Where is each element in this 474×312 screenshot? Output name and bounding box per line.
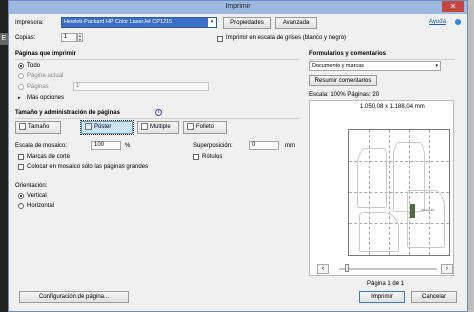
pattern-outline xyxy=(359,212,399,252)
multiple-mode-label: Múltiple xyxy=(150,124,171,130)
booklet-mode-label: Folleto xyxy=(196,124,215,130)
page-indicator: Página 1 de 1 xyxy=(367,281,405,287)
chevron-down-icon: ▾ xyxy=(208,18,216,27)
large-only-checkbox[interactable] xyxy=(18,164,24,170)
help-icon[interactable] xyxy=(455,19,461,25)
title-bar: Imprimir ✕ xyxy=(9,1,467,14)
talla-text: TALLA 44 xyxy=(421,208,434,212)
size-icon xyxy=(19,122,26,130)
sizing-separator xyxy=(15,118,299,119)
help-link[interactable]: Ayuda xyxy=(429,19,446,25)
booklet-mode-button[interactable]: Folleto xyxy=(183,121,227,134)
preview-page: TALLA 44 xyxy=(348,129,450,256)
chevron-left-icon: ‹ xyxy=(322,266,324,272)
printer-select-value: Hewlett-Packard HP Color LaserJet CP1215 xyxy=(64,19,173,25)
multiple-icon xyxy=(141,122,148,130)
cancel-button[interactable]: Cancelar xyxy=(411,291,457,303)
preview-scale-text: Escala: 100% Páginas: 20 xyxy=(309,92,380,98)
page-slider-track[interactable] xyxy=(339,268,437,270)
orientation-vertical-label: Vertical xyxy=(27,193,47,199)
orientation-horizontal-label: Horizontal xyxy=(27,203,55,209)
info-icon[interactable]: i xyxy=(155,109,162,116)
chevron-right-icon: › xyxy=(446,266,448,272)
poster-mode-label: Póster xyxy=(94,124,112,130)
close-icon: ✕ xyxy=(449,2,457,11)
print-dialog: Imprimir ✕ Impresora: Hewlett-Packard HP… xyxy=(8,0,468,312)
forms-separator xyxy=(309,59,455,60)
printer-select[interactable]: Hewlett-Packard HP Color LaserJet CP1215… xyxy=(61,17,217,28)
large-only-label: Colocar en mosaico sólo las páginas gran… xyxy=(27,164,149,170)
pattern-outline xyxy=(357,148,387,208)
pages-range-radio[interactable] xyxy=(18,84,24,90)
background-app-letter: E xyxy=(0,33,8,45)
advanced-button[interactable]: Avanzada xyxy=(275,17,317,29)
background-right-strip xyxy=(468,0,474,312)
summarize-comments-button[interactable]: Resumir comentarios xyxy=(309,75,377,86)
poster-mode-button[interactable]: Póster xyxy=(80,120,134,135)
orientation-horizontal-radio[interactable] xyxy=(18,203,24,209)
preview-dimensions: 1.050,08 x 1.188,04 mm xyxy=(360,104,425,110)
copies-stepper[interactable]: ▲ ▼ xyxy=(77,33,83,42)
print-button[interactable]: Imprimir xyxy=(359,291,405,303)
properties-button[interactable]: Propiedades xyxy=(223,17,271,29)
forms-select-value: Documento y marcas xyxy=(312,63,364,69)
pages-current-radio[interactable] xyxy=(18,73,24,79)
forms-select[interactable]: Documento y marcas ▾ xyxy=(309,61,441,71)
more-options-toggle[interactable]: Más opciones xyxy=(27,95,64,101)
labels-label: Rótulos xyxy=(202,154,223,160)
pages-heading: Páginas que imprimir xyxy=(15,51,77,57)
forms-heading: Formularios y comentarios xyxy=(309,51,387,57)
booklet-icon xyxy=(187,122,194,130)
orientation-heading: Orientación: xyxy=(15,183,48,189)
pages-all-label: Todo xyxy=(27,63,41,69)
cut-marks-checkbox[interactable] xyxy=(18,154,24,160)
window-title: Imprimir xyxy=(225,3,251,10)
orientation-vertical-radio[interactable] xyxy=(18,193,24,199)
tile-scale-label: Escala de mosaico: xyxy=(15,143,68,149)
pages-separator xyxy=(15,59,299,60)
next-page-button[interactable]: › xyxy=(441,264,453,274)
tile-scale-unit: % xyxy=(125,143,131,149)
page-slider-thumb[interactable] xyxy=(345,264,349,272)
chevron-down-icon: ▾ xyxy=(435,63,438,69)
size-mode-label: Tamaño xyxy=(28,124,50,130)
cut-marks-label: Marcas de corte xyxy=(27,154,71,160)
pattern-image xyxy=(410,204,415,218)
preview-panel: 1.050,08 x 1.188,04 mm TALLA 44 xyxy=(309,100,454,276)
overlap-input[interactable]: 0 xyxy=(249,141,279,150)
printer-label: Impresora: xyxy=(15,20,44,26)
tile-scale-input[interactable]: 100 xyxy=(91,141,121,150)
overlap-label: Superposición: xyxy=(193,143,233,149)
overlap-unit: mm xyxy=(285,143,295,149)
background-app-strip: E xyxy=(0,0,8,312)
pages-all-radio[interactable] xyxy=(18,63,24,69)
copies-label: Copias: xyxy=(15,35,36,41)
size-mode-button[interactable]: Tamaño xyxy=(15,121,61,134)
multiple-mode-button[interactable]: Múltiple xyxy=(137,121,179,134)
sizing-heading: Tamaño y administración de páginas xyxy=(15,110,120,116)
grayscale-label: Imprimir en escala de grises (blanco y n… xyxy=(226,35,347,41)
copies-input[interactable]: 1 xyxy=(61,33,77,42)
close-button[interactable]: ✕ xyxy=(442,1,464,12)
pattern-outline xyxy=(407,190,445,248)
grayscale-checkbox[interactable] xyxy=(217,36,223,42)
pages-range-label: Páginas xyxy=(27,84,49,90)
prev-page-button[interactable]: ‹ xyxy=(317,264,329,274)
poster-icon xyxy=(85,122,92,130)
page-setup-button[interactable]: Configuración de página... xyxy=(19,291,129,303)
more-options-chevron-icon[interactable]: ▸ xyxy=(18,95,21,101)
labels-checkbox[interactable] xyxy=(193,154,199,160)
pages-range-input[interactable]: 1 xyxy=(73,82,209,91)
pages-current-label: Página actual xyxy=(27,73,64,79)
